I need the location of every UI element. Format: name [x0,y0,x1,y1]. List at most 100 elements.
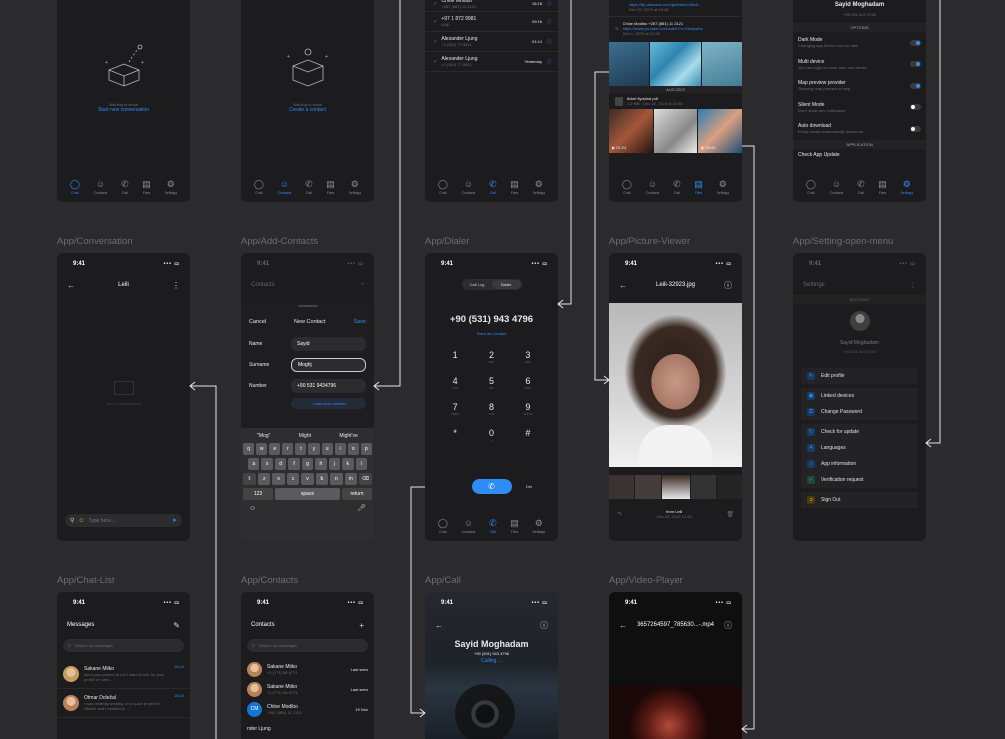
tab-chat[interactable]: ◯ Chat [70,179,80,195]
tab-chat[interactable]: ◯ Chat [622,179,632,195]
delete-button[interactable]: Del [526,484,532,489]
tab-call[interactable]: ✆ Call [489,518,497,534]
letter-key[interactable]: e [269,443,281,455]
tab-files[interactable]: ▤ Files [510,179,519,195]
tab-chat[interactable]: ◯ Chat [254,179,264,195]
segment-call-log[interactable]: Call Log [463,282,492,287]
info-icon[interactable]: ⓘ [724,280,732,291]
backspace-key[interactable]: ⌫ [358,473,372,485]
chat-list-item[interactable]: Otmar Doležal I was recently working on a… [57,689,190,718]
microphone-icon[interactable]: 🎤︎ [357,504,366,512]
save-button[interactable]: Save [353,319,366,325]
media-thumb[interactable] [653,109,698,153]
media-thumb[interactable] [609,42,649,86]
option-toggle[interactable] [910,125,921,132]
dial-key[interactable]: 5 JKL [473,376,509,394]
send-icon[interactable]: ➤ [172,517,177,524]
menu-languages[interactable]: A Languages [801,440,918,456]
letter-key[interactable]: l [355,458,367,470]
check-update-item[interactable]: Check App Update [793,149,926,161]
message-input[interactable] [88,517,168,524]
letter-key[interactable]: k [342,458,354,470]
tab-call[interactable]: ✆ Call [857,179,865,195]
tab-call[interactable]: ✆ Call [673,179,681,195]
tab-settings[interactable]: ⚙ Settings [164,179,177,195]
letter-key[interactable]: t [295,443,307,455]
call-history-row[interactable]: ↗ +97 1 872 9981 UAE 09:16 ⓘ [425,12,558,32]
dial-key[interactable]: 2 ABC [473,350,509,368]
call-history-row[interactable]: ↗ Chloe Modibo +267 (881) 11 2121 16:18 ⓘ [425,0,558,12]
info-icon[interactable]: ⓘ [724,620,732,631]
keyboard-suggestion[interactable]: "Mog" [257,433,270,439]
tab-contacts[interactable]: ☺ Contacts [462,518,476,534]
dial-key[interactable]: 0 + [473,428,509,446]
tab-files[interactable]: ▤ Files [326,179,335,195]
letter-key[interactable]: p [360,443,372,455]
tab-contacts[interactable]: ☺ Contacts [278,179,292,195]
tab-files[interactable]: ▤ Files [878,179,887,195]
option-toggle[interactable] [910,61,921,68]
letter-key[interactable]: u [321,443,333,455]
letter-key[interactable]: q [243,443,255,455]
tab-settings[interactable]: ⚙ Settings [532,179,545,195]
info-icon[interactable]: ⓘ [547,38,552,45]
menu-check-update[interactable]: ↻ Check for update [801,424,918,440]
menu-linked-devices[interactable]: ▣ Linked devices [801,388,918,404]
share-icon[interactable]: ↷ [617,511,622,518]
thumbnail[interactable] [716,475,742,499]
letter-key[interactable]: o [347,443,359,455]
menu-edit-profile[interactable]: ✎ Edit profile [801,368,918,384]
letter-key[interactable]: h [315,458,327,470]
keyboard-suggestion[interactable]: Might [299,433,311,439]
tab-call[interactable]: ✆ Call [489,179,497,195]
contact-list-item[interactable]: Sakane Miiko +1 (771) 56 5771 Last seen [241,679,374,699]
media-thumb[interactable] [702,42,742,86]
attach-icon[interactable]: ⚲ [70,517,74,524]
letter-key[interactable]: m [344,473,357,485]
letter-key[interactable]: g [301,458,314,470]
dial-key[interactable]: * [437,428,473,446]
menu-verification-request[interactable]: ✓ Verification request [801,472,918,488]
letter-key[interactable]: s [261,458,273,470]
tab-chat[interactable]: ◯ Chat [438,518,448,534]
tab-call[interactable]: ✆ Call [121,179,129,195]
letter-key[interactable]: f [288,458,300,470]
info-icon[interactable]: ⓘ [547,18,552,25]
dial-key[interactable]: 9 WXYZ [510,402,546,420]
letter-key[interactable]: r [282,443,294,455]
call-history-row[interactable]: ↗ Alexander Ljung +1 (551) 77 8811 Yesterda… [425,52,558,72]
surname-field[interactable]: Moghj [291,358,366,372]
contact-list-item[interactable]: nder Ljung [241,719,374,739]
main-photo[interactable] [609,303,742,467]
option-toggle[interactable] [910,39,921,46]
back-arrow-icon[interactable]: ← [619,281,627,290]
letter-key[interactable]: a [248,458,260,470]
dial-key[interactable]: 6 MNO [510,376,546,394]
info-icon[interactable]: ⓘ [540,620,548,631]
dial-key[interactable]: 8 TUV [473,402,509,420]
letter-key[interactable]: n [330,473,343,485]
contact-list-item[interactable]: CM Chloe Modibo +267 (881) 11 2121 19 Nov [241,699,374,719]
video-thumb[interactable]: ▶ 01:24 [609,109,653,153]
tab-files[interactable]: ▤ Files [510,518,519,534]
shift-key[interactable]: ⇧ [243,473,256,485]
letter-key[interactable]: w [256,443,268,455]
tab-settings[interactable]: ⚙ Settings [716,179,729,195]
letter-key[interactable]: d [274,458,287,470]
option-toggle[interactable] [910,104,921,111]
letter-key[interactable]: i [334,443,346,455]
tab-settings[interactable]: ⚙ Settings [348,179,361,195]
menu-change-password[interactable]: ⚿ Change Password [801,404,918,420]
emoji-keyboard-icon[interactable]: ☺ [249,505,256,512]
info-icon[interactable]: ⓘ [547,58,552,65]
info-icon[interactable]: ⓘ [547,0,552,7]
menu-app-information[interactable]: i App information [801,456,918,472]
menu-sign-out[interactable]: ➲ Sign Out [801,492,918,508]
tab-contacts[interactable]: ☺ Contacts [94,179,108,195]
dial-key[interactable]: # [510,428,546,446]
tab-files[interactable]: ▤ Files [694,179,703,195]
dial-key[interactable]: 4 GHI [437,376,473,394]
return-key[interactable]: return [342,488,372,500]
add-contact-icon[interactable]: + [359,621,364,630]
option-toggle[interactable] [910,82,921,89]
